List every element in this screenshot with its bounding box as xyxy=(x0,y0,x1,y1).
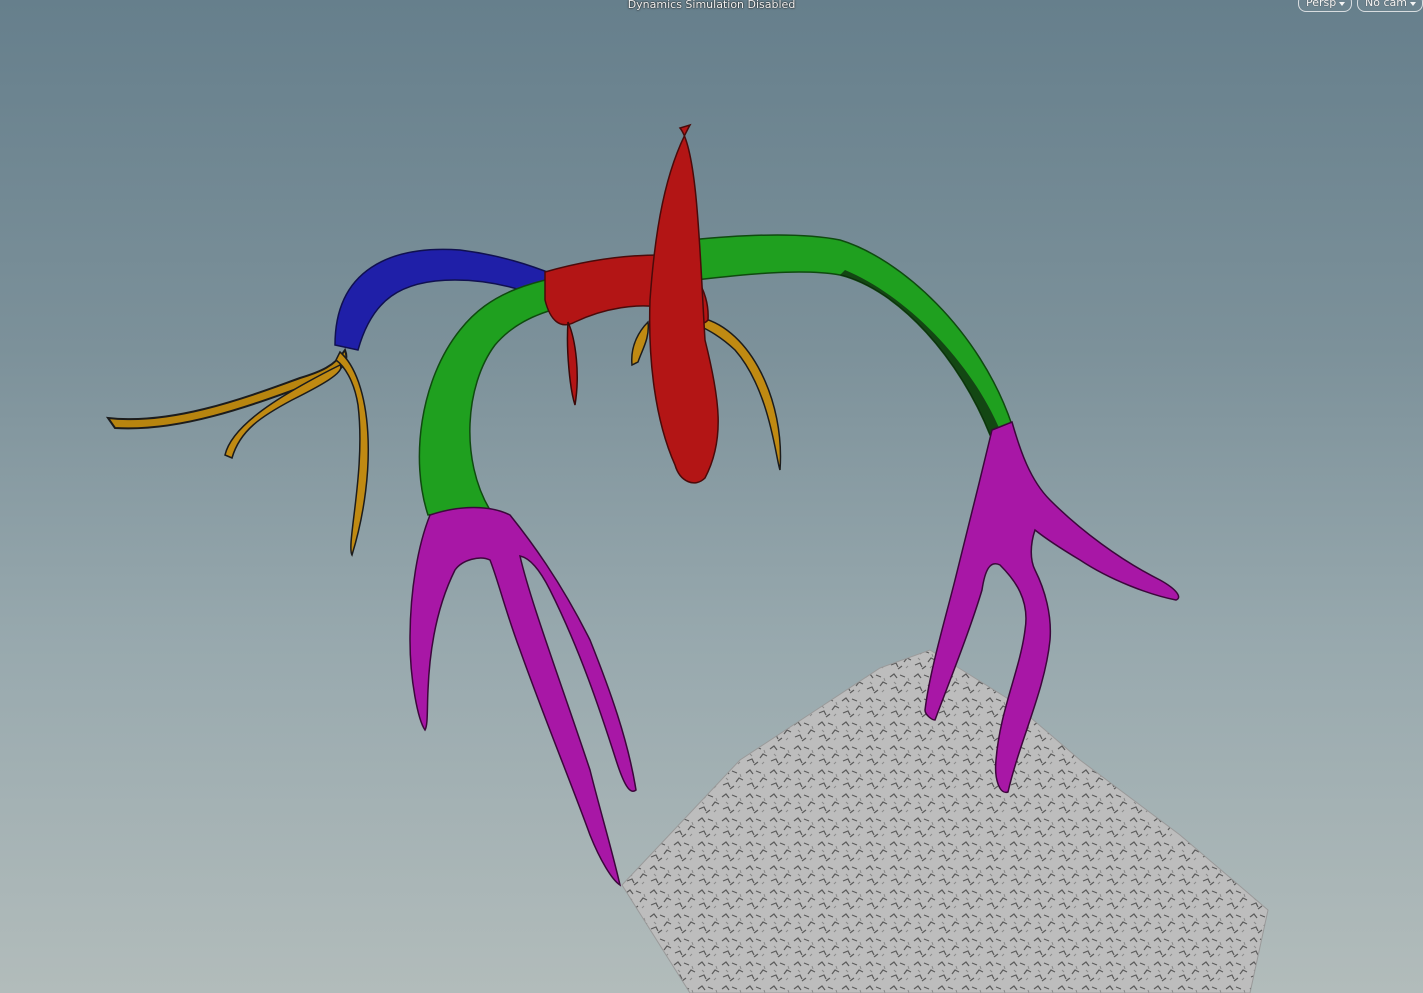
3d-viewport[interactable]: Dynamics Simulation Disabled Persp No ca… xyxy=(0,0,1423,993)
chevron-down-icon xyxy=(1409,1,1416,6)
antler-fork-left-magenta[interactable] xyxy=(409,506,637,887)
view-menu-label: Persp xyxy=(1306,0,1337,9)
camera-menu-label: No cam xyxy=(1365,0,1407,9)
view-menu-button[interactable]: Persp xyxy=(1298,0,1353,12)
antler-branch-right-green[interactable] xyxy=(689,234,1013,437)
antler-tine-left-yellow[interactable] xyxy=(105,347,369,557)
camera-menu-button[interactable]: No cam xyxy=(1357,0,1423,12)
antler-center-red[interactable] xyxy=(544,123,719,484)
terrain-mesh[interactable] xyxy=(621,649,1269,993)
viewport-scene[interactable] xyxy=(0,0,1423,993)
chevron-down-icon xyxy=(1339,1,1346,6)
